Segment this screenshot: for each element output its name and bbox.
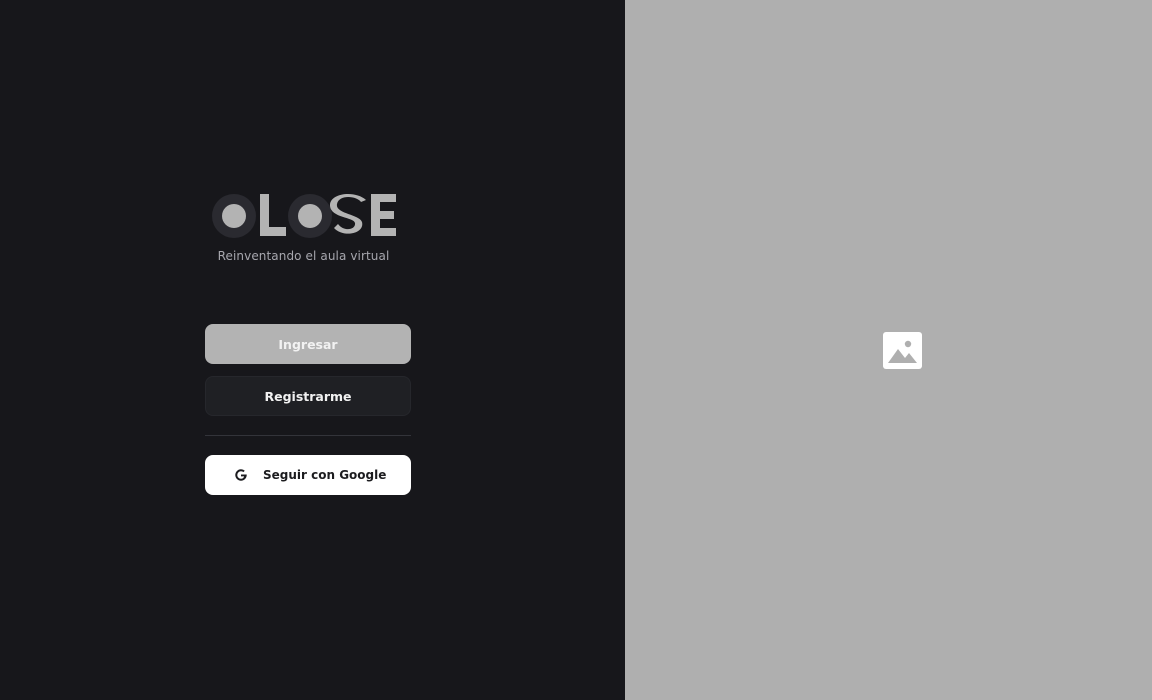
google-g-icon [233, 467, 249, 483]
brand-logo [210, 192, 400, 240]
login-button[interactable]: Ingresar [205, 324, 411, 364]
register-button[interactable]: Registrarme [205, 376, 411, 416]
brand-tagline: Reinventando el aula virtual [217, 249, 390, 263]
divider [205, 435, 411, 436]
login-page: Reinventando el aula virtual Ingresar Re… [0, 0, 1152, 700]
google-signin-label: Seguir con Google [263, 468, 387, 482]
image-icon [883, 332, 922, 369]
google-signin-button[interactable]: Seguir con Google [205, 455, 411, 495]
login-panel: Reinventando el aula virtual Ingresar Re… [0, 0, 625, 700]
hero-image-panel [625, 0, 1152, 700]
